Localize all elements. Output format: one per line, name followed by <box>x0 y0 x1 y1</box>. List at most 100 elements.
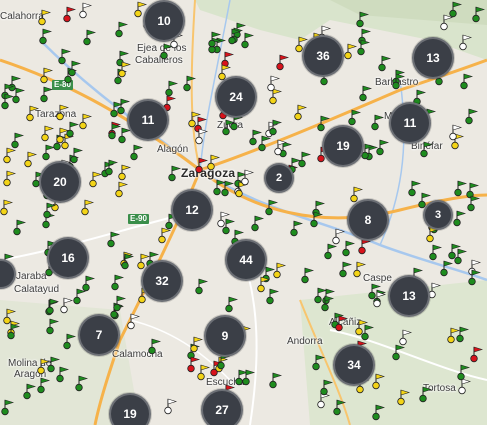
flag-marker-yellow[interactable] <box>273 261 287 279</box>
flag-marker-yellow[interactable] <box>207 153 221 171</box>
flag-marker-yellow[interactable] <box>190 335 204 353</box>
flag-marker-white[interactable] <box>274 138 288 156</box>
flag-marker-yellow[interactable] <box>115 180 129 198</box>
flag-marker-yellow[interactable] <box>24 150 38 168</box>
flag-marker-green[interactable] <box>195 277 209 295</box>
flag-marker-green[interactable] <box>130 143 144 161</box>
flag-marker-green[interactable] <box>378 54 392 72</box>
flag-marker-green[interactable] <box>82 274 96 292</box>
flag-marker-green[interactable] <box>107 230 121 248</box>
flag-marker-green[interactable] <box>183 74 197 92</box>
cluster-marker[interactable]: 13 <box>412 37 454 79</box>
flag-marker-green[interactable] <box>113 294 127 312</box>
flag-marker-green[interactable] <box>111 273 125 291</box>
flag-marker-yellow[interactable] <box>397 388 411 406</box>
flag-marker-yellow[interactable] <box>344 42 358 60</box>
flag-marker-green[interactable] <box>208 30 222 48</box>
flag-marker-green[interactable] <box>356 10 370 28</box>
flag-marker-yellow[interactable] <box>56 103 70 121</box>
flag-marker-green[interactable] <box>40 85 54 103</box>
flag-marker-green[interactable] <box>1 398 15 416</box>
flag-marker-green[interactable] <box>420 140 434 158</box>
flag-marker-white[interactable] <box>60 296 74 314</box>
cluster-marker[interactable]: 7 <box>78 314 120 356</box>
flag-marker-white[interactable] <box>127 312 141 330</box>
cluster-marker[interactable]: 24 <box>215 76 257 118</box>
flag-marker-green[interactable] <box>465 107 479 125</box>
flag-marker-yellow[interactable] <box>188 110 202 128</box>
flag-marker-red[interactable] <box>276 53 290 71</box>
flag-marker-green[interactable] <box>46 317 60 335</box>
flag-marker-green[interactable] <box>115 20 129 38</box>
flag-marker-green[interactable] <box>63 332 77 350</box>
flag-marker-green[interactable] <box>348 108 362 126</box>
flag-marker-green[interactable] <box>251 214 265 232</box>
flag-marker-green[interactable] <box>225 295 239 313</box>
flag-marker-red[interactable] <box>335 314 349 332</box>
flag-marker-green[interactable] <box>12 86 26 104</box>
flag-marker-green[interactable] <box>228 27 242 45</box>
cluster-marker[interactable]: 9 <box>204 315 246 357</box>
cluster-marker[interactable]: 44 <box>225 239 267 281</box>
flag-marker-green[interactable] <box>372 403 386 421</box>
flag-marker-yellow[interactable] <box>3 169 17 187</box>
flag-marker-green[interactable] <box>13 218 27 236</box>
flag-marker-green[interactable] <box>83 28 97 46</box>
flag-marker-green[interactable] <box>310 210 324 228</box>
flag-marker-yellow[interactable] <box>118 60 132 78</box>
flag-marker-green[interactable] <box>467 194 481 212</box>
flag-marker-yellow[interactable] <box>257 275 271 293</box>
flag-marker-green[interactable] <box>105 158 119 176</box>
flag-marker-green[interactable] <box>453 209 467 227</box>
flag-marker-yellow[interactable] <box>26 104 40 122</box>
flag-marker-green[interactable] <box>37 376 51 394</box>
flag-marker-yellow[interactable] <box>353 260 367 278</box>
cluster-marker[interactable]: 27 <box>201 389 243 425</box>
flag-marker-green[interactable] <box>70 146 84 164</box>
flag-marker-green[interactable] <box>23 382 37 400</box>
flag-marker-green[interactable] <box>456 325 470 343</box>
flag-marker-yellow[interactable] <box>81 198 95 216</box>
flag-marker-green[interactable] <box>7 322 21 340</box>
flag-marker-red[interactable] <box>195 156 209 174</box>
cluster-marker[interactable]: 8 <box>347 199 389 241</box>
flag-marker-green[interactable] <box>269 118 283 136</box>
flag-marker-green[interactable] <box>371 113 385 131</box>
flag-marker-green[interactable] <box>66 120 80 138</box>
flag-marker-green[interactable] <box>221 179 235 197</box>
flag-marker-green[interactable] <box>359 84 373 102</box>
flag-marker-white[interactable] <box>195 127 209 145</box>
flag-marker-yellow[interactable] <box>372 372 386 390</box>
flag-marker-green[interactable] <box>324 242 338 260</box>
flag-marker-yellow[interactable] <box>118 163 132 181</box>
flag-marker-white[interactable] <box>373 290 387 308</box>
cluster-marker[interactable]: 34 <box>333 344 375 386</box>
flag-marker-red[interactable] <box>63 5 77 23</box>
flag-marker-green[interactable] <box>376 138 390 156</box>
flag-marker-green[interactable] <box>168 164 182 182</box>
flag-marker-green[interactable] <box>148 337 162 355</box>
flag-marker-green[interactable] <box>121 252 135 270</box>
flag-marker-green[interactable] <box>290 219 304 237</box>
cluster-marker[interactable]: 16 <box>47 237 89 279</box>
flag-marker-green[interactable] <box>339 260 353 278</box>
flag-marker-red[interactable] <box>470 345 484 363</box>
flag-marker-white[interactable] <box>164 397 178 415</box>
cluster-marker[interactable]: 13 <box>388 275 430 317</box>
flag-marker-green[interactable] <box>468 268 482 286</box>
flag-marker-green[interactable] <box>448 242 462 260</box>
flag-marker-green[interactable] <box>472 5 486 23</box>
cluster-marker[interactable]: 11 <box>127 99 169 141</box>
flag-marker-yellow[interactable] <box>79 112 93 130</box>
flag-marker-green[interactable] <box>46 297 60 315</box>
flag-marker-white[interactable] <box>459 33 473 51</box>
flag-marker-green[interactable] <box>249 128 263 146</box>
flag-marker-yellow[interactable] <box>3 146 17 164</box>
flag-marker-yellow[interactable] <box>0 198 14 216</box>
map-canvas[interactable]: Calahorra Ejea de los Caballeros Tarazon… <box>0 0 487 425</box>
flag-marker-green[interactable] <box>265 198 279 216</box>
flag-marker-green[interactable] <box>454 179 468 197</box>
flag-marker-green[interactable] <box>457 363 471 381</box>
flag-marker-white[interactable] <box>428 281 442 299</box>
flag-marker-green[interactable] <box>269 371 283 389</box>
